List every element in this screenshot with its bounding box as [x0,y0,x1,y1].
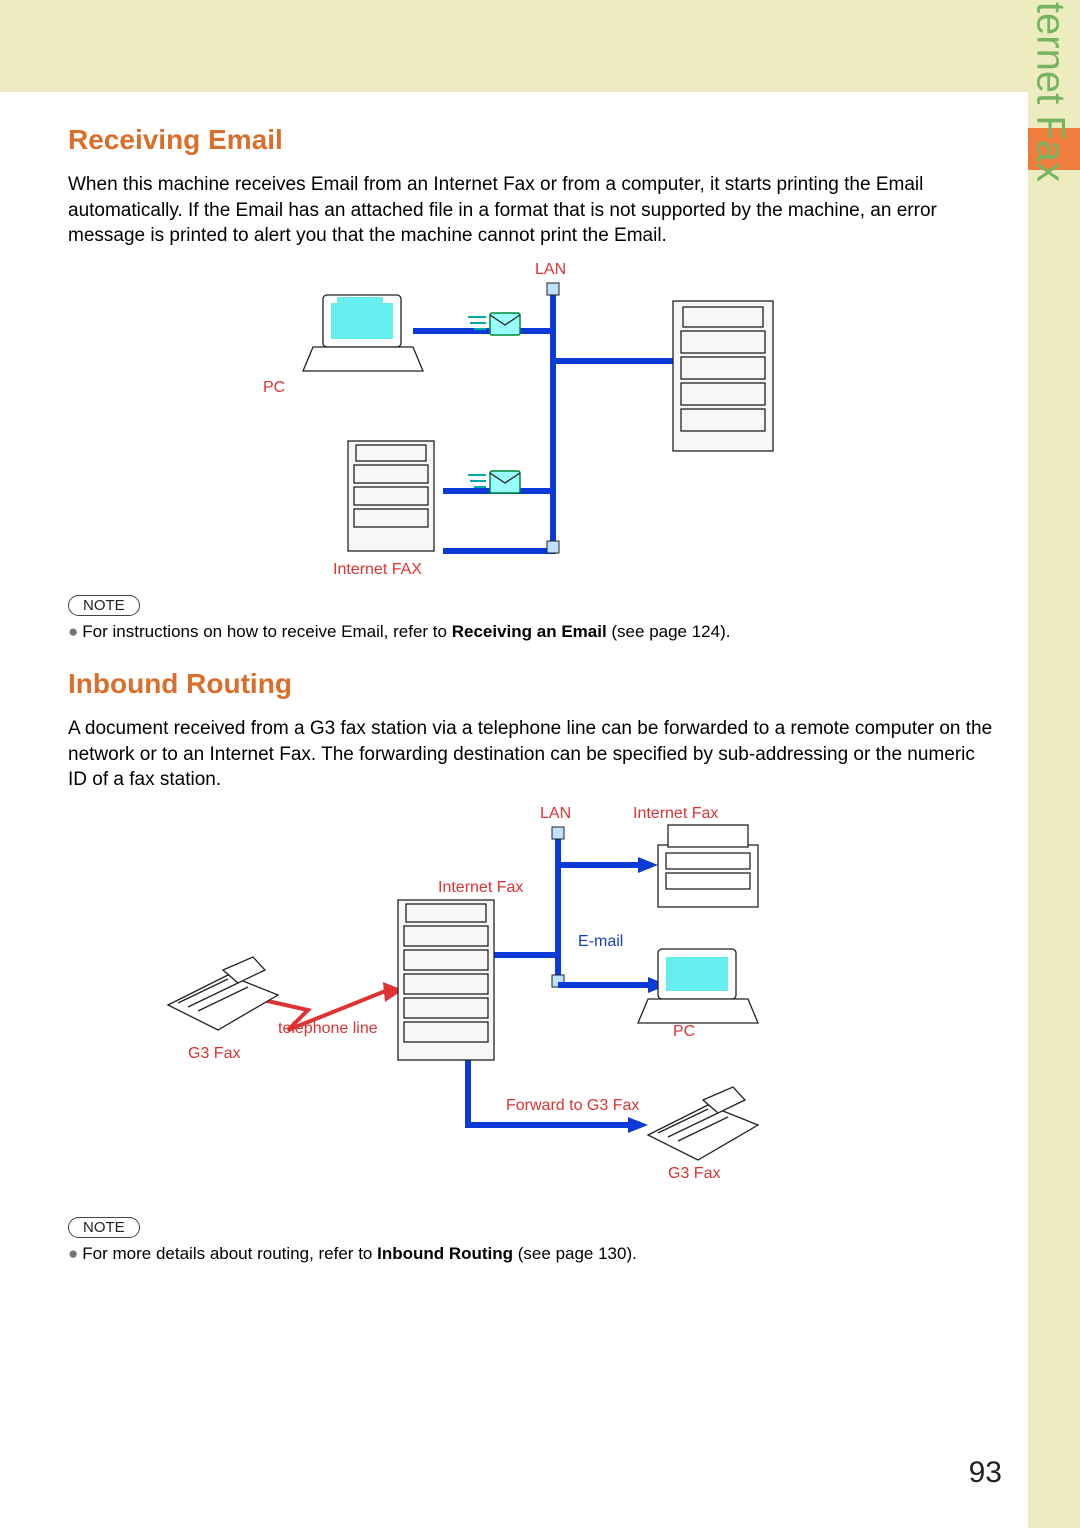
label-email: E-mail [578,933,623,951]
fax-left-icon [168,957,278,1030]
diagram-receiving-email: LAN PC Internet FAX [253,261,813,581]
label-telephone: telephone line [278,1020,378,1038]
tab-label: Chapter 5 Internet Fax [1027,0,1072,182]
label-pc-2: PC [673,1023,695,1041]
mfp-icon [673,301,773,451]
diagram2-svg [128,805,888,1205]
tab-title: Internet Fax [1028,0,1072,182]
note-2: ●For more details about routing, refer t… [68,1244,998,1264]
mfp-small-icon [348,441,434,551]
ifax-right-icon [658,825,758,907]
label-pc: PC [263,379,285,397]
mfp-center-icon [398,900,494,1060]
label-ifax-top: Internet Fax [633,805,718,823]
label-ifax-mid: Internet Fax [438,879,523,897]
label-g3-left: G3 Fax [188,1045,240,1063]
heading-inbound-routing: Inbound Routing [68,668,998,700]
diagram-inbound-routing: LAN Internet Fax Internet Fax E-mail tel… [128,805,888,1205]
page-number: 93 [969,1456,1002,1490]
label-ifax: Internet FAX [333,561,422,579]
note-badge-2: NOTE [68,1217,140,1238]
label-forward: Forward to G3 Fax [506,1097,639,1115]
manual-page: Chapter 5 Internet Fax Receiving Email W… [0,0,1080,1528]
para-receiving-email: When this machine receives Email from an… [68,172,998,249]
top-band [0,0,1080,92]
label-lan-2: LAN [540,805,571,823]
fax-right-icon [648,1087,758,1160]
para-inbound-routing: A document received from a G3 fax statio… [68,716,998,793]
label-lan: LAN [535,261,566,279]
laptop-icon [303,295,423,371]
note-1: ●For instructions on how to receive Emai… [68,622,998,642]
side-tab: Chapter 5 Internet Fax [1028,92,1080,1528]
diagram1-svg [253,261,813,581]
heading-receiving-email: Receiving Email [68,124,998,156]
content-area: Receiving Email When this machine receiv… [68,124,998,1282]
note-badge-1: NOTE [68,595,140,616]
label-g3-right: G3 Fax [668,1165,720,1183]
